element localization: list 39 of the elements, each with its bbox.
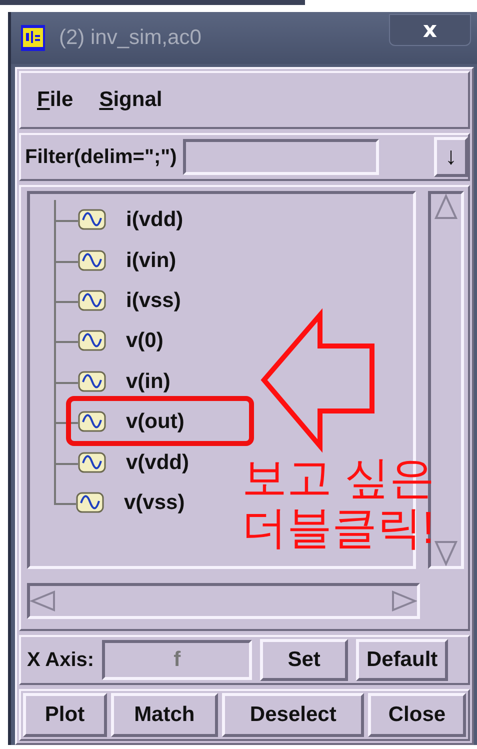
waveform-icon: [76, 492, 104, 514]
set-button[interactable]: Set: [260, 639, 348, 681]
signal-name[interactable]: v(0): [126, 329, 164, 354]
annotation-text: 보고 싶은: [242, 453, 435, 503]
signal-name[interactable]: v(vss): [124, 490, 185, 515]
waveform-icon: [78, 330, 106, 352]
signal-name[interactable]: i(vdd): [126, 208, 184, 232]
signal-name[interactable]: v(vdd): [126, 450, 189, 475]
annotation-text: 더블클릭!: [242, 503, 435, 553]
waveform-icon: [78, 209, 106, 232]
close-button[interactable]: Close: [368, 693, 466, 737]
menu-item[interactable]: File: [37, 88, 74, 112]
scroll-right-icon[interactable]: [391, 590, 417, 612]
app-icon: [21, 25, 45, 51]
filter-label: Filter(delim=";"): [25, 146, 177, 168]
menu-item[interactable]: Signal: [99, 88, 162, 112]
x-axis-label: X Axis:: [27, 648, 94, 672]
waveform-icon: [78, 411, 106, 434]
match-button[interactable]: Match: [110, 693, 218, 737]
deselect-button[interactable]: Deselect: [222, 693, 364, 737]
arrow-icon: [260, 308, 374, 453]
filter-field[interactable]: [182, 139, 379, 175]
waveform-icon: [78, 250, 106, 272]
waveform-icon: [78, 452, 106, 474]
signal-name[interactable]: i(vss): [126, 288, 181, 313]
horizontal-scrollbar[interactable]: [27, 583, 420, 619]
waveform-icon: [78, 370, 106, 393]
scroll-up-icon[interactable]: [434, 194, 458, 220]
default-button[interactable]: Default: [356, 639, 448, 681]
scroll-left-icon[interactable]: [30, 590, 56, 612]
close-button[interactable]: x: [389, 14, 471, 46]
waveform-icon: [78, 290, 106, 312]
signal-name[interactable]: i(vin): [126, 248, 176, 273]
plot-button[interactable]: Plot: [23, 693, 107, 737]
dropdown-button[interactable]: ↓: [434, 137, 468, 177]
scroll-down-icon[interactable]: [434, 540, 458, 566]
window-title: (2) inv_sim,ac0: [59, 26, 202, 50]
signal-name[interactable]: v(out): [126, 410, 184, 434]
signal-name[interactable]: v(in): [126, 370, 170, 394]
